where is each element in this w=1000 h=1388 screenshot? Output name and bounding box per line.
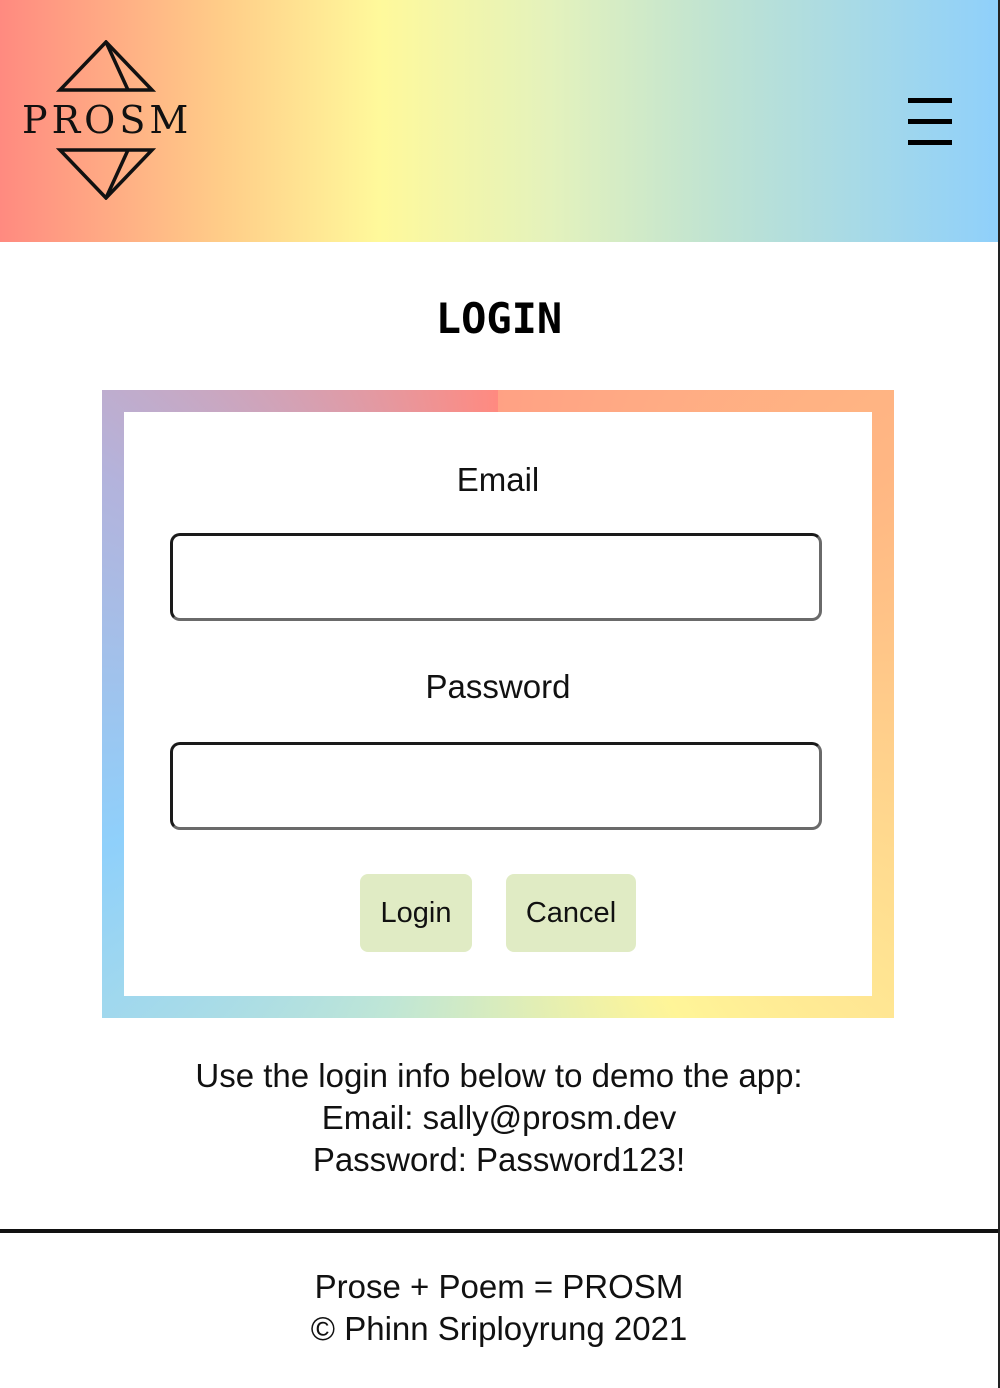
password-input[interactable] (170, 742, 822, 830)
cancel-button[interactable]: Cancel (506, 874, 636, 952)
footer-divider (0, 1229, 998, 1233)
prosm-logo[interactable]: PROSM (22, 40, 190, 202)
app-header: PROSM (0, 0, 998, 242)
page-title: LOGIN (435, 294, 563, 343)
login-card-gradient-border: Email Password Login Cancel (102, 390, 894, 1018)
menu-bar-bottom (908, 140, 952, 145)
demo-credentials: Use the login info below to demo the app… (0, 1055, 998, 1181)
email-label: Email (456, 461, 540, 498)
hamburger-menu-icon[interactable] (902, 96, 958, 148)
demo-password-text: Password: Password123! (312, 1141, 686, 1178)
demo-intro-text: Use the login info below to demo the app… (195, 1057, 803, 1094)
footer-copyright: © Phinn Sriployrung 2021 (310, 1310, 688, 1347)
login-form: Email Password Login Cancel (124, 412, 872, 996)
logo-top-triangle-icon (56, 40, 156, 92)
password-label: Password (425, 668, 571, 705)
logo-bottom-triangle-icon (56, 148, 156, 200)
login-button[interactable]: Login (360, 874, 472, 952)
email-input[interactable] (170, 533, 822, 621)
logo-wordmark: PROSM (22, 98, 193, 142)
menu-bar-top (908, 98, 952, 103)
demo-email-text: Email: sally@prosm.dev (321, 1099, 677, 1136)
footer-tagline: Prose + Poem = PROSM (314, 1268, 684, 1305)
menu-bar-middle (908, 119, 952, 124)
page-footer: Prose + Poem = PROSM © Phinn Sriployrung… (0, 1266, 998, 1350)
